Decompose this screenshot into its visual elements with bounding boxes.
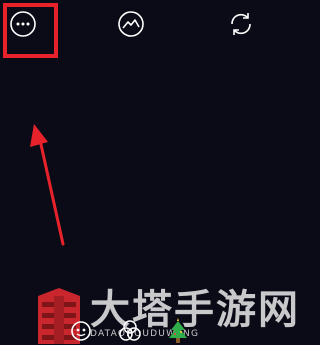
christmas-tree-button[interactable]	[165, 318, 191, 345]
christmas-tree-icon	[169, 318, 187, 343]
camera-screen: 大塔手游网 DATAOHOUDUWANG	[0, 0, 298, 345]
pointer-arrow	[30, 124, 65, 246]
filter-icon	[119, 320, 141, 341]
beauty-face-icon	[71, 321, 91, 341]
filter-button[interactable]	[117, 318, 143, 345]
beauty-button[interactable]	[68, 318, 94, 345]
